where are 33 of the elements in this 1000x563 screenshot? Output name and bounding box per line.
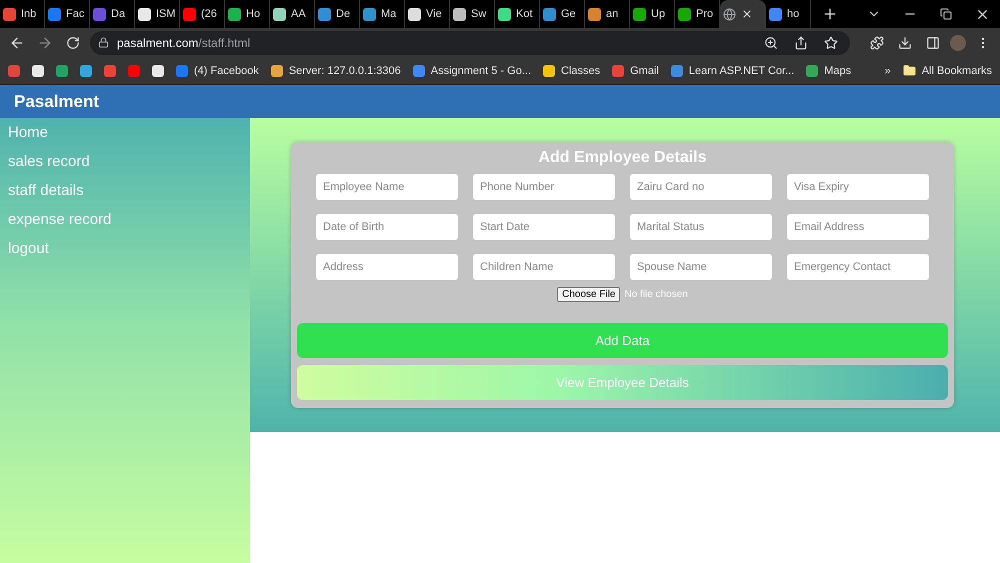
overflow-chevron[interactable]: » xyxy=(884,64,891,76)
bookmark-icon[interactable] xyxy=(80,64,92,76)
input-field[interactable]: Emergency Contact xyxy=(787,254,929,280)
input-field[interactable]: Visa Expiry xyxy=(787,174,929,200)
input-field[interactable]: Date of Birth xyxy=(316,214,458,240)
lock-icon xyxy=(98,37,109,48)
url-bar[interactable]: pasalment.com/staff.html xyxy=(90,30,850,54)
input-field[interactable]: Marital Status xyxy=(630,214,772,240)
bookmark[interactable]: All Bookmarks xyxy=(902,64,992,77)
input-field[interactable]: Address xyxy=(316,254,458,280)
bookmark[interactable]: Assignment 5 - Go... xyxy=(412,64,531,76)
bookmark-icon[interactable] xyxy=(32,64,44,76)
input-field[interactable]: Children Name xyxy=(473,254,615,280)
bookmark[interactable]: Gmail xyxy=(612,64,659,76)
bookmark[interactable]: Classes xyxy=(543,64,600,76)
file-status: No file chosen xyxy=(624,289,688,300)
bookmark[interactable]: (4) Facebook xyxy=(176,64,259,76)
close-icon[interactable] xyxy=(741,8,753,20)
choose-file-button[interactable]: Choose File xyxy=(557,287,620,302)
input-field[interactable]: Start Date xyxy=(473,214,615,240)
form-title: Add Employee Details xyxy=(538,149,707,167)
site-title: Pasalment xyxy=(14,92,100,112)
browser-tab[interactable] xyxy=(720,0,766,28)
input-field[interactable]: Employee Name xyxy=(316,174,458,200)
input-field[interactable]: Email Address xyxy=(787,214,929,240)
input-field[interactable]: Phone Number xyxy=(473,174,615,200)
bookmark[interactable]: Server: 127.0.0.1:3306 xyxy=(270,64,401,76)
folder-icon xyxy=(902,64,916,77)
input-field[interactable]: Spouse Name xyxy=(630,254,772,280)
bookmark[interactable]: Maps xyxy=(806,64,852,76)
bookmark-icon[interactable] xyxy=(152,64,164,76)
input-field[interactable]: Zairu Card no xyxy=(630,174,772,200)
bookmark[interactable]: Learn ASP.NET Cor... xyxy=(670,64,794,76)
